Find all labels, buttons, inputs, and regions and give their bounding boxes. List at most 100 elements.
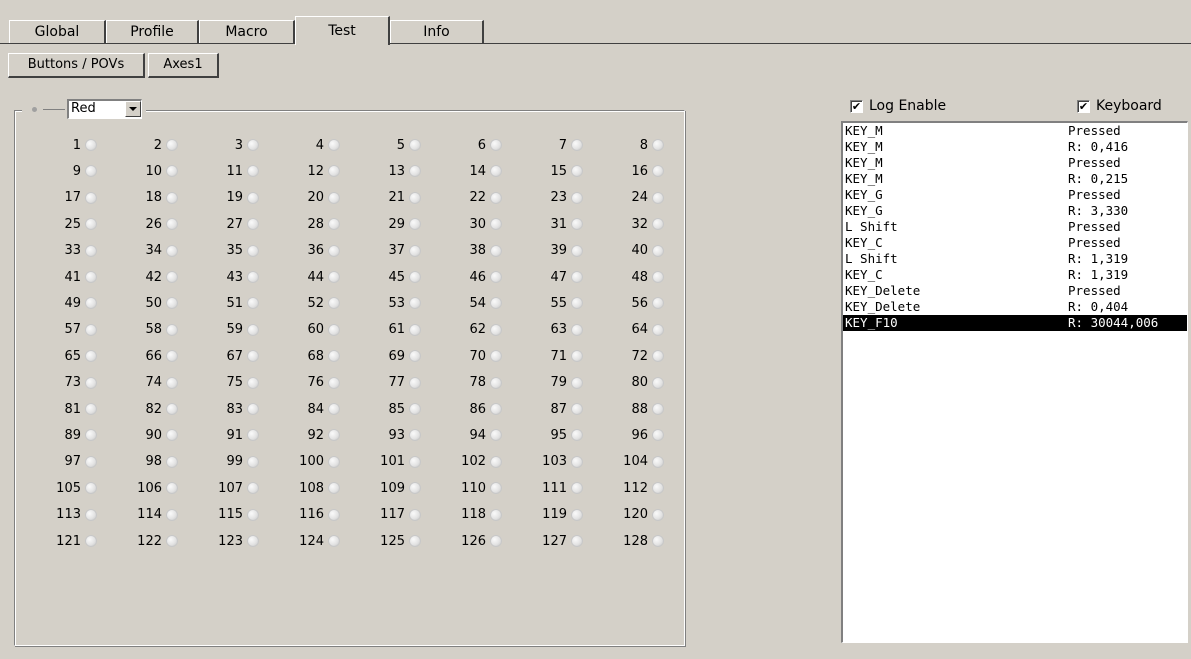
button-indicator-52: 52 — [280, 293, 340, 313]
button-number: 119 — [542, 507, 567, 523]
button-indicator-74: 74 — [118, 373, 178, 393]
led-icon — [409, 429, 421, 442]
color-select-value: Red — [71, 101, 96, 116]
led-icon — [247, 244, 259, 257]
button-number: 51 — [226, 295, 243, 311]
subtab-axes1[interactable]: Axes1 — [148, 53, 219, 78]
dropdown-arrow-icon[interactable] — [125, 101, 141, 117]
button-indicator-125: 125 — [361, 531, 421, 551]
button-indicator-84: 84 — [280, 399, 340, 419]
button-indicator-96: 96 — [604, 425, 664, 445]
button-number: 46 — [469, 269, 486, 285]
button-number: 128 — [623, 533, 648, 549]
log-row[interactable]: KEY_G R: 3,330 — [843, 203, 1187, 219]
color-select[interactable]: Red — [67, 99, 142, 119]
tab-info[interactable]: Info — [390, 20, 484, 43]
led-icon — [166, 350, 178, 363]
led-icon — [166, 429, 178, 442]
button-indicator-71: 71 — [523, 346, 583, 366]
led-icon — [247, 535, 259, 547]
tab-test[interactable]: Test — [295, 16, 390, 45]
checkbox-check-icon[interactable]: ✔ — [850, 99, 863, 113]
button-indicator-87: 87 — [523, 399, 583, 419]
event-log-list[interactable]: KEY_M Pressed KEY_M R: 0,416 KEY_M Pressed KEY… — [841, 121, 1188, 643]
button-indicator-14: 14 — [442, 161, 502, 181]
keyboard-checkbox[interactable]: ✔ Keyboard — [1077, 97, 1162, 115]
tab-profile[interactable]: Profile — [106, 20, 199, 43]
log-row[interactable]: KEY_C Pressed — [843, 235, 1187, 251]
button-number: 15 — [550, 163, 567, 179]
led-icon — [409, 297, 421, 310]
log-row[interactable]: KEY_G Pressed — [843, 187, 1187, 203]
led-icon — [409, 244, 421, 257]
button-indicator-121: 121 — [37, 531, 97, 551]
log-key: KEY_G — [845, 203, 883, 218]
legend-line — [43, 108, 65, 110]
button-indicator-23: 23 — [523, 188, 583, 208]
led-icon — [166, 165, 178, 178]
button-indicator-69: 69 — [361, 346, 421, 366]
button-indicator-42: 42 — [118, 267, 178, 287]
subtab-buttons-povs[interactable]: Buttons / POVs — [8, 53, 145, 78]
checkbox-check-icon[interactable]: ✔ — [1077, 99, 1090, 113]
led-icon — [85, 482, 97, 495]
button-number: 55 — [550, 295, 567, 311]
button-number: 88 — [631, 401, 648, 417]
button-indicator-68: 68 — [280, 346, 340, 366]
button-number: 12 — [307, 163, 324, 179]
button-number: 36 — [307, 243, 324, 259]
button-indicator-27: 27 — [199, 214, 259, 234]
log-key: KEY_Delete — [845, 299, 921, 314]
button-indicator-26: 26 — [118, 214, 178, 234]
log-enable-checkbox[interactable]: ✔ Log Enable — [850, 97, 946, 115]
button-indicator-109: 109 — [361, 478, 421, 498]
button-indicator-73: 73 — [37, 373, 97, 393]
button-number: 71 — [550, 348, 567, 364]
led-icon — [571, 482, 583, 495]
log-row[interactable]: KEY_M R: 0,215 — [843, 171, 1187, 187]
led-icon — [328, 508, 340, 521]
log-row[interactable]: KEY_F10 R: 30044,006 — [843, 315, 1187, 331]
led-icon — [328, 218, 340, 231]
button-number: 109 — [380, 480, 405, 496]
button-number: 122 — [137, 533, 162, 549]
led-icon — [490, 323, 502, 336]
log-row[interactable]: KEY_M Pressed — [843, 123, 1187, 139]
led-icon — [166, 191, 178, 204]
led-icon — [85, 403, 97, 415]
button-number: 27 — [226, 216, 243, 232]
log-row[interactable]: KEY_C R: 1,319 — [843, 267, 1187, 283]
log-row[interactable]: KEY_Delete R: 0,404 — [843, 299, 1187, 315]
led-icon — [166, 403, 178, 415]
button-number: 91 — [226, 427, 243, 443]
button-number: 21 — [388, 190, 405, 206]
log-row[interactable]: L Shift Pressed — [843, 219, 1187, 235]
log-row[interactable]: L Shift R: 1,319 — [843, 251, 1187, 267]
led-icon — [571, 139, 583, 151]
button-number: 107 — [218, 480, 243, 496]
button-number: 102 — [461, 454, 486, 470]
tab-macro[interactable]: Macro — [199, 20, 295, 43]
button-number: 62 — [469, 322, 486, 338]
button-indicator-119: 119 — [523, 505, 583, 525]
button-number: 106 — [137, 480, 162, 496]
led-icon — [490, 297, 502, 310]
button-number: 115 — [218, 507, 243, 523]
button-number: 111 — [542, 480, 567, 496]
log-row[interactable]: KEY_M Pressed — [843, 155, 1187, 171]
button-indicator-55: 55 — [523, 293, 583, 313]
button-indicator-37: 37 — [361, 241, 421, 261]
tab-global[interactable]: Global — [9, 20, 106, 43]
led-icon — [247, 297, 259, 310]
led-icon — [490, 482, 502, 495]
button-indicator-50: 50 — [118, 293, 178, 313]
log-row[interactable]: KEY_Delete Pressed — [843, 283, 1187, 299]
button-indicator-59: 59 — [199, 320, 259, 340]
log-row[interactable]: KEY_M R: 0,416 — [843, 139, 1187, 155]
button-indicator-6: 6 — [442, 135, 502, 155]
button-number: 35 — [226, 243, 243, 259]
button-number: 93 — [388, 427, 405, 443]
button-indicator-122: 122 — [118, 531, 178, 551]
led-icon — [652, 191, 664, 204]
button-indicator-123: 123 — [199, 531, 259, 551]
